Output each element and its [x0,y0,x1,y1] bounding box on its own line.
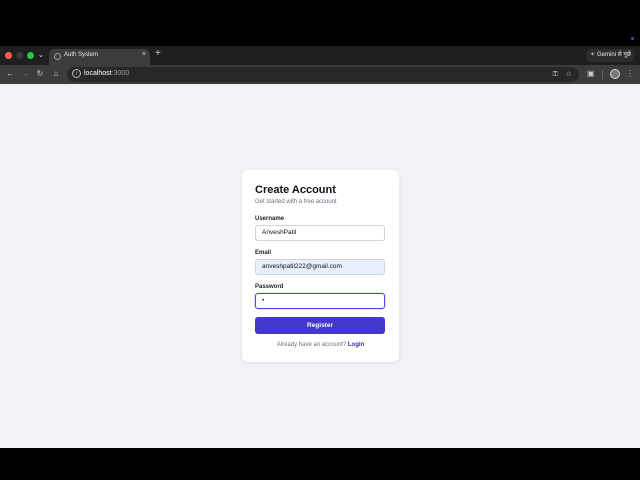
kebab-menu-icon[interactable]: ⋮ [626,68,634,80]
gemini-sparkle-icon: ✦ [589,52,595,58]
url-text[interactable]: localhost:3000 [84,70,129,77]
password-label: Password [255,284,284,290]
new-tab-button[interactable]: + [155,48,161,60]
page-viewport: Create Account Get started with a free a… [0,84,640,448]
site-info-icon[interactable]: i [72,69,81,78]
tab-search-chevron-icon[interactable]: ⌄ [36,49,46,61]
home-icon[interactable]: ⌂ [50,68,62,80]
window-close-button[interactable] [5,52,12,59]
browser-tab-bar: ⌄ Auth System × + ✦ Gemini से पूछें [0,46,640,65]
login-link[interactable]: Login [348,342,364,348]
globe-icon [54,53,61,60]
username-label: Username [255,216,285,222]
email-label: Email [255,250,272,256]
gemini-label: Gemini से पूछें [596,52,631,58]
username-input[interactable]: AnveshPatil [255,225,385,241]
forward-arrow-icon[interactable]: → [19,68,31,80]
email-input[interactable]: anveshpatil222@gmail.com [255,259,385,275]
tab-close-icon[interactable]: × [142,51,146,58]
toolbar-divider [602,70,603,79]
register-card: Create Account Get started with a free a… [242,170,399,362]
register-button[interactable]: Register [255,317,385,334]
browser-toolbar: ← → ↻ ⌂ i localhost:3000 ⚿ ☆ ▣ ⋮ [0,65,640,84]
address-bar[interactable]: i localhost:3000 ⚿ ☆ [67,67,579,82]
gemini-button[interactable]: ✦ Gemini से पूछें [585,49,635,62]
recording-indicator [631,37,634,40]
screen: ⌄ Auth System × + ✦ Gemini से पूछें ← → ↻… [0,0,640,480]
back-arrow-icon[interactable]: ← [4,68,16,80]
password-key-icon[interactable]: ⚿ [553,69,558,80]
password-input[interactable]: • [255,293,385,309]
extensions-icon[interactable]: ▣ [587,68,595,80]
bookmark-star-icon[interactable]: ☆ [566,69,572,80]
window-zoom-button[interactable] [27,52,34,59]
login-prompt: Already have an account? Login [242,342,399,348]
tab-title: Auth System [64,52,99,58]
browser-tab-auth-system[interactable]: Auth System × [49,49,150,65]
login-prompt-text: Already have an account? [276,342,347,348]
reload-icon[interactable]: ↻ [34,68,46,80]
profile-avatar-icon[interactable] [610,69,620,79]
page-subtitle: Get started with a free account [255,199,337,205]
window-minimize-button[interactable] [16,52,23,59]
page-title: Create Account [255,184,336,196]
